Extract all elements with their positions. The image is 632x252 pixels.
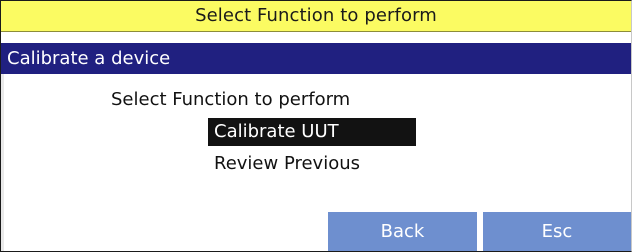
left-border: [1, 74, 4, 251]
function-prompt: Select Function to perform: [111, 89, 351, 110]
dialog-window: Select Function to perform Calibrate a d…: [0, 0, 632, 252]
menu-item-calibrate-uut[interactable]: Calibrate UUT: [208, 118, 416, 146]
menu-item-review-previous[interactable]: Review Previous: [208, 150, 366, 178]
esc-button[interactable]: Esc: [483, 212, 631, 251]
window-title: Select Function to perform: [1, 1, 631, 32]
back-button[interactable]: Back: [328, 212, 477, 251]
title-gap: [1, 32, 631, 43]
section-header: Calibrate a device: [1, 43, 631, 74]
